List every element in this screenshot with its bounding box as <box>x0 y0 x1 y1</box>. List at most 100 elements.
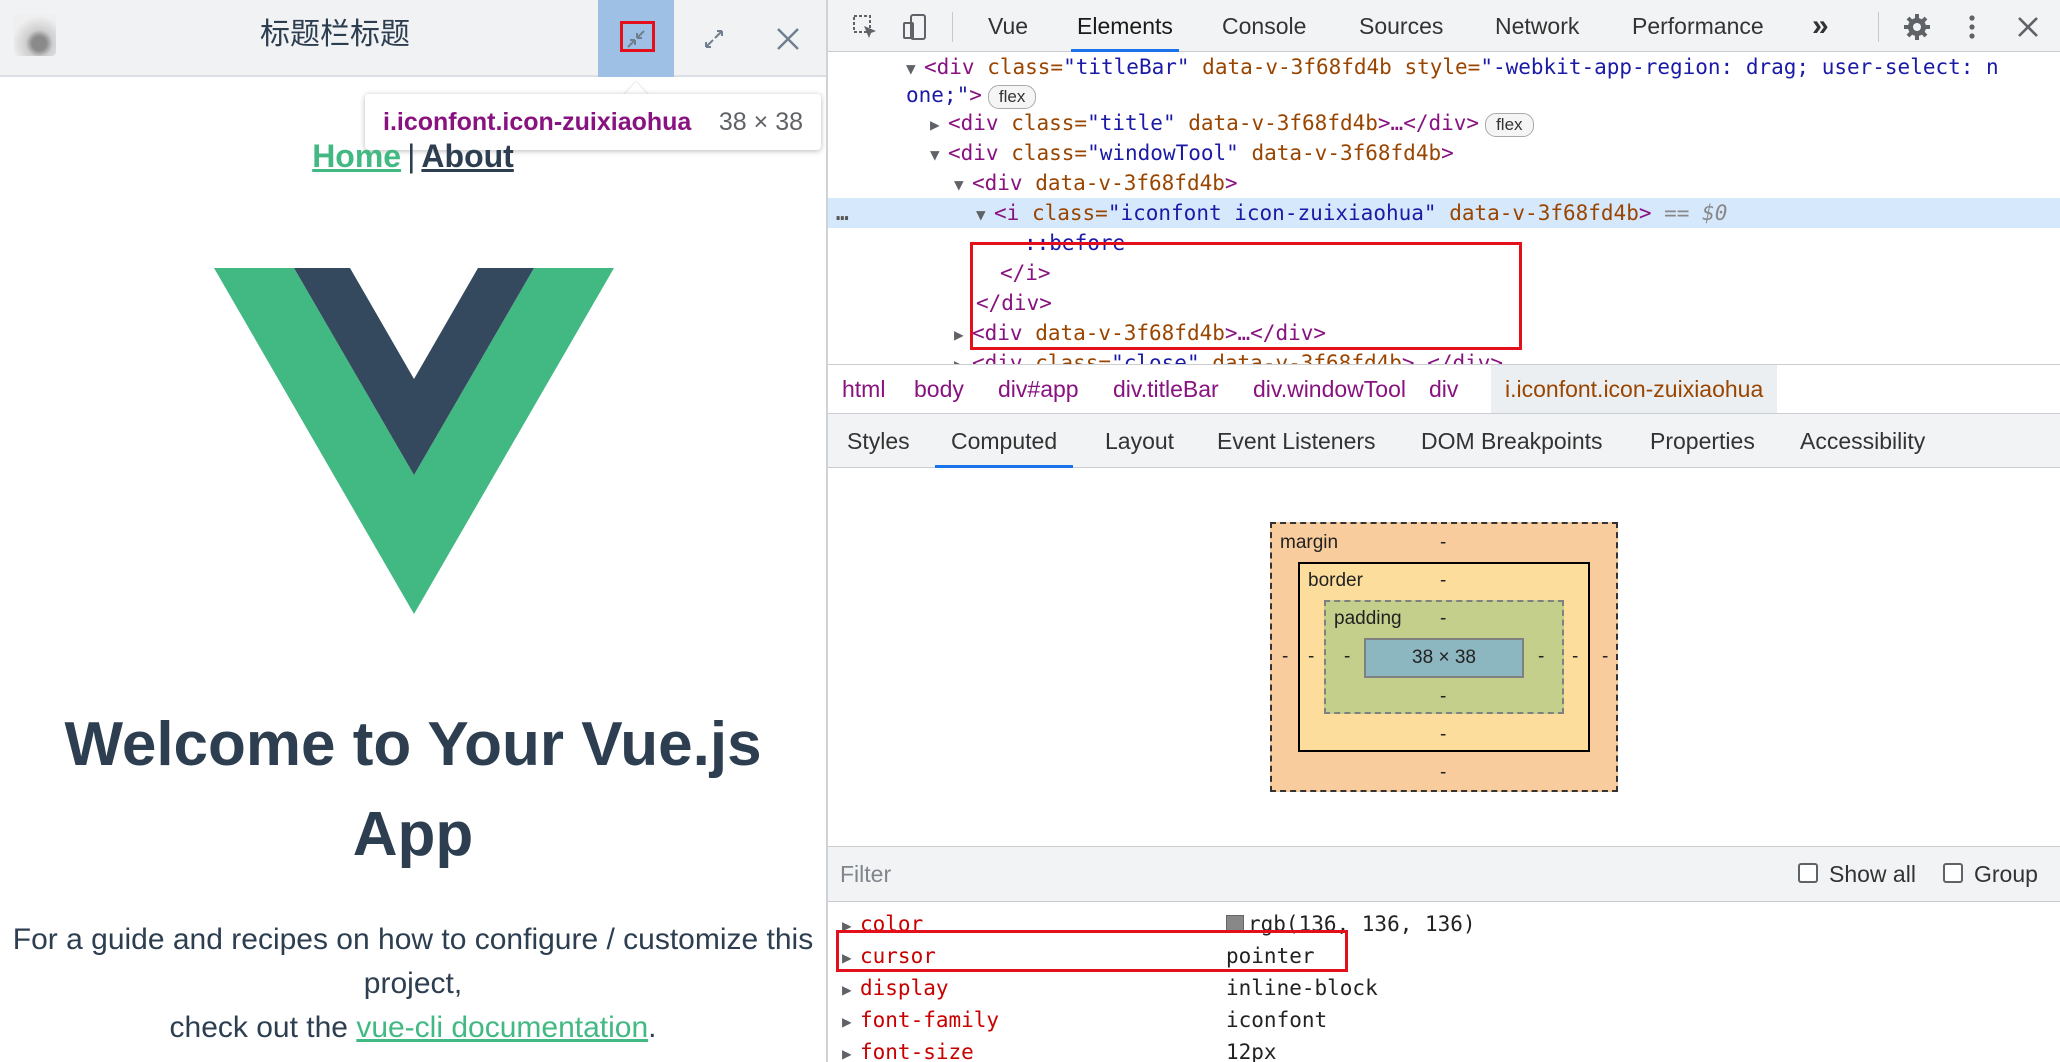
inspect-element-icon[interactable] <box>848 10 882 44</box>
subtab-layout[interactable]: Layout <box>1105 414 1174 468</box>
tab-network[interactable]: Network <box>1495 0 1579 52</box>
dom-tag: >…</div> <box>1377 111 1480 135</box>
tab-sources[interactable]: Sources <box>1359 0 1443 52</box>
nav-link-about[interactable]: About <box>421 138 513 174</box>
subtab-computed[interactable]: Computed <box>934 414 1074 468</box>
subtab-styles[interactable]: Styles <box>847 414 910 468</box>
dom-tree[interactable]: ▼ <div class="titleBar" data-v-3f68fd4b s… <box>828 52 2060 364</box>
computed-properties: ▶ color rgb(136, 136, 136) ▶ cursor pointe… <box>828 902 2060 1062</box>
more-tabs-icon[interactable]: » <box>1812 0 1829 52</box>
dom-node-div[interactable]: ▼ <div data-v-3f68fd4b> <box>954 168 2060 198</box>
breadcrumb-i-iconfont[interactable]: i.iconfont.icon-zuixiaohua <box>1491 365 1778 413</box>
border-label: border <box>1308 570 1363 591</box>
padding-label: padding <box>1334 608 1402 629</box>
tooltip-size: 38 × 38 <box>718 107 803 136</box>
computed-row-display[interactable]: ▶ display inline-block <box>828 972 2060 1004</box>
dom-console-ref: == $0 <box>1651 201 1728 225</box>
device-toolbar-icon[interactable] <box>898 10 932 44</box>
dom-node-windowtool[interactable]: ▼ <div class="windowTool" data-v-3f68fd4b… <box>930 138 2060 168</box>
dom-node-title[interactable]: ▶ <div class="title" data-v-3f68fd4b>…</d… <box>930 108 2060 138</box>
cursor-row-annotation <box>836 930 1348 972</box>
breadcrumb-div-app[interactable]: div#app <box>984 365 1093 413</box>
dom-attr: class= <box>1019 201 1108 225</box>
maximize-button[interactable] <box>676 0 752 77</box>
box-model-margin[interactable]: margin - - - - border - - - - padding - … <box>1270 522 1618 792</box>
title-bar-title: 标题栏标题 <box>260 17 410 52</box>
margin-label: margin <box>1280 532 1339 553</box>
node-actions-ellipsis[interactable]: … <box>836 198 849 228</box>
flex-badge[interactable]: flex <box>1485 113 1534 137</box>
guide-line-2: check out the vue-cli documentation. <box>0 1006 826 1050</box>
vue-logo <box>214 268 614 614</box>
more-options-icon[interactable] <box>1955 10 1989 44</box>
box-model-content[interactable]: 38 × 38 <box>1364 638 1524 678</box>
group-checkbox[interactable] <box>1943 863 1963 883</box>
border-top-value: - <box>1440 570 1447 591</box>
title-bar[interactable]: 标题栏标题 <box>0 0 826 77</box>
dom-attr: data-v-3f68fd4b <box>1238 141 1442 165</box>
dom-node-titlebar-cont[interactable]: one;"> flex <box>906 80 2060 110</box>
guide-line-1: For a guide and recipes on how to config… <box>12 923 814 1000</box>
close-icon <box>777 27 799 50</box>
dom-node-i-selected[interactable]: … ▼ <i class="iconfont icon-zuixiaohua" d… <box>828 198 2060 228</box>
breadcrumb-div-titlebar[interactable]: div.titleBar <box>1099 365 1233 413</box>
dom-val: "titleBar" <box>1063 55 1190 79</box>
subtab-accessibility[interactable]: Accessibility <box>1800 414 1925 468</box>
dom-node-close[interactable]: ▶<div class="close" data-v-3f68fd4b>…</d… <box>954 348 2060 364</box>
prop-name-text: display <box>860 976 949 1000</box>
maximize-icon <box>705 29 723 48</box>
dom-attr: class= <box>998 141 1088 165</box>
breadcrumb-div[interactable]: div <box>1415 365 1472 413</box>
prop-name-text: font-size <box>860 1040 974 1062</box>
styles-subtabs: Styles Computed Layout Event Listeners D… <box>828 414 2060 468</box>
tab-elements[interactable]: Elements <box>1071 0 1179 52</box>
dom-val: one;" <box>906 83 970 107</box>
dom-tag: <div <box>948 141 999 165</box>
prop-name: ▶ font-size <box>842 1040 974 1062</box>
flex-badge[interactable]: flex <box>987 85 1037 109</box>
dom-tag: <div <box>972 171 1023 195</box>
close-devtools-icon[interactable] <box>2011 10 2045 44</box>
computed-row-font-size[interactable]: ▶ font-size 12px <box>828 1036 2060 1062</box>
border-right-value: - <box>1572 646 1579 667</box>
tab-vue[interactable]: Vue <box>988 0 1028 52</box>
subtab-dom-breakpoints[interactable]: DOM Breakpoints <box>1421 414 1603 468</box>
dom-attr: class= <box>1022 351 1112 364</box>
dom-tag: <i <box>994 201 1020 225</box>
box-model-padding[interactable]: padding - - - - 38 × 38 <box>1324 600 1564 714</box>
show-all-checkbox[interactable] <box>1798 863 1818 883</box>
close-button[interactable] <box>750 0 826 77</box>
dom-val: "windowTool" <box>1087 141 1239 165</box>
filter-input[interactable]: Filter <box>840 847 891 901</box>
show-all-label: Show all <box>1829 861 1916 887</box>
group-label: Group <box>1974 861 2038 887</box>
vue-cli-docs-link[interactable]: vue-cli documentation <box>356 1011 648 1044</box>
breadcrumb-html[interactable]: html <box>828 365 899 413</box>
dom-tag: <div <box>924 55 975 79</box>
devtools-toolbar: Vue Elements Console Sources Network Per… <box>828 0 2060 52</box>
dom-val: "-webkit-app-region: drag; user-select: … <box>1480 55 1999 79</box>
dom-attr: data-v-3f68fd4b <box>1175 111 1378 135</box>
app-window: 标题栏标题 i.iconfont.icon-zuixiaohua 38 × 38… <box>0 0 826 1062</box>
subtab-event-listeners[interactable]: Event Listeners <box>1217 414 1376 468</box>
dom-attr: class= <box>974 55 1064 79</box>
border-bottom-value: - <box>1440 724 1447 745</box>
prop-value: iconfont <box>1226 1008 1328 1032</box>
nav-link-home[interactable]: Home <box>312 138 401 174</box>
dom-node-titlebar[interactable]: ▼ <div class="titleBar" data-v-3f68fd4b s… <box>906 52 2060 82</box>
computed-filter-bar: Filter Show all Group <box>828 846 2060 902</box>
router-nav: Home | About <box>0 138 826 175</box>
settings-gear-icon[interactable] <box>1900 10 1934 44</box>
box-model-border[interactable]: border - - - - padding - - - - 38 × 38 <box>1298 562 1590 752</box>
dom-val: "iconfont icon-zuixiaohua" <box>1107 201 1437 225</box>
padding-left-value: - <box>1344 646 1351 667</box>
breadcrumb-div-windowtool[interactable]: div.windowTool <box>1239 365 1420 413</box>
tab-performance[interactable]: Performance <box>1632 0 1764 52</box>
subtab-properties[interactable]: Properties <box>1650 414 1755 468</box>
tab-console[interactable]: Console <box>1222 0 1306 52</box>
computed-row-font-family[interactable]: ▶ font-family iconfont <box>828 1004 2060 1036</box>
dom-selection-annotation <box>970 242 1522 350</box>
prop-name: ▶ display <box>842 976 949 1000</box>
breadcrumb-body[interactable]: body <box>900 365 978 413</box>
minimize-button-annotation <box>620 21 655 52</box>
